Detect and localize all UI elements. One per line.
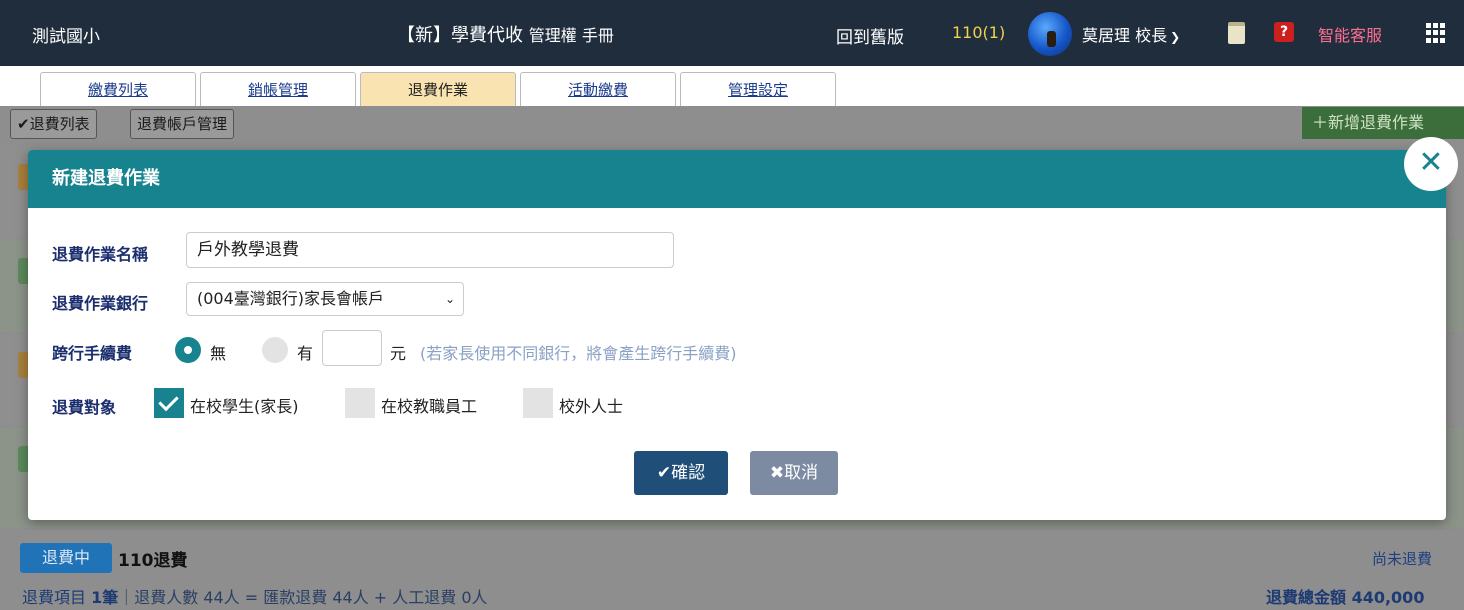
status-badge: 退費中 [20, 543, 112, 573]
fee-amount-input[interactable] [322, 330, 382, 366]
record-status: 尚未退費 [1372, 550, 1433, 568]
user-menu[interactable]: 莫居理 校長 ❯ [1082, 22, 1180, 46]
refund-target-label: 退費對象 [52, 398, 117, 417]
refund-list-button[interactable]: ✔退費列表 [10, 109, 97, 139]
confirm-button[interactable]: ✔確認 [634, 451, 728, 495]
record-summary: 退費項目 1筆｜退費人數 44人 = 匯款退費 44人 + 人工退費 0人 [22, 584, 488, 608]
refund-name-input[interactable]: 戶外教學退費 [186, 232, 674, 268]
help-icon[interactable]: ? [1274, 22, 1294, 42]
tab-payment-list[interactable]: 繳費列表 [40, 72, 196, 106]
refund-account-button[interactable]: 退費帳戶管理 [130, 109, 235, 139]
target-students-label[interactable]: 在校學生(家長) [190, 393, 299, 417]
new-refund-dialog: 新建退費作業 [28, 150, 1446, 520]
fee-unit-label: 元 [390, 344, 407, 363]
summary-prefix: 退費項目 [22, 588, 92, 607]
tab-activity[interactable]: 活動繳費 [520, 72, 676, 106]
old-version-link[interactable]: 回到舊版 [836, 23, 904, 48]
user-name: 莫居理 校長 [1082, 26, 1168, 45]
app-subtitle[interactable]: 管理權 手冊 [529, 26, 614, 45]
record-title[interactable]: 110退費 [118, 546, 188, 571]
interbank-fee-label: 跨行手續費 [52, 344, 133, 363]
fee-no-label[interactable]: 無 [210, 340, 226, 364]
target-staff-label[interactable]: 在校教職員工 [381, 393, 477, 417]
fee-yes-radio[interactable] [262, 337, 288, 363]
target-students-checkbox[interactable] [154, 388, 184, 418]
apps-grid-icon[interactable] [1426, 23, 1446, 43]
target-staff-checkbox[interactable] [345, 388, 375, 418]
chevron-down-icon: ⌄ [444, 292, 455, 306]
app-title-main: 【新】學費代收 [397, 25, 523, 46]
smart-service-link[interactable]: 智能客服 [1318, 22, 1382, 46]
avatar[interactable] [1028, 12, 1072, 56]
cancel-button[interactable]: ✖取消 [750, 451, 838, 495]
bank-selected-value: (004臺灣銀行)家長會帳戶 [197, 289, 385, 308]
target-outsiders-checkbox[interactable] [523, 388, 553, 418]
fee-hint: (若家長使用不同銀行，將會產生跨行手續費) [420, 344, 737, 363]
top-bar: 測試國小 【新】學費代收 管理權 手冊 回到舊版 110(1) 莫居理 校長 ❯ … [0, 0, 1464, 66]
close-icon[interactable]: ✕ [1404, 137, 1458, 191]
dialog-title: 新建退費作業 [28, 150, 1446, 208]
fee-yes-label[interactable]: 有 [297, 340, 313, 364]
record-total: 退費總金額 440,000 [1266, 588, 1425, 607]
summary-detail: ｜退費人數 44人 = 匯款退費 44人 + 人工退費 0人 [118, 588, 488, 607]
term-selector[interactable]: 110(1) [952, 23, 1005, 42]
clipboard-icon[interactable] [1228, 22, 1245, 44]
tab-writeoff[interactable]: 銷帳管理 [200, 72, 356, 106]
target-outsiders-label[interactable]: 校外人士 [559, 393, 623, 417]
tab-settings[interactable]: 管理設定 [680, 72, 836, 106]
refund-bank-label: 退費作業銀行 [52, 294, 149, 313]
chevron-down-icon: ❯ [1170, 30, 1181, 44]
add-refund-button[interactable]: ＋新增退費作業 [1302, 107, 1464, 139]
tab-refund[interactable]: 退費作業 [360, 72, 516, 106]
app-title: 【新】學費代收 管理權 手冊 [397, 21, 614, 47]
fee-no-radio[interactable] [175, 337, 201, 363]
school-name[interactable]: 測試國小 [32, 22, 100, 47]
refund-name-label: 退費作業名稱 [52, 245, 149, 264]
summary-count: 1筆 [91, 588, 119, 607]
refund-bank-select[interactable]: (004臺灣銀行)家長會帳戶 ⌄ [186, 282, 464, 316]
